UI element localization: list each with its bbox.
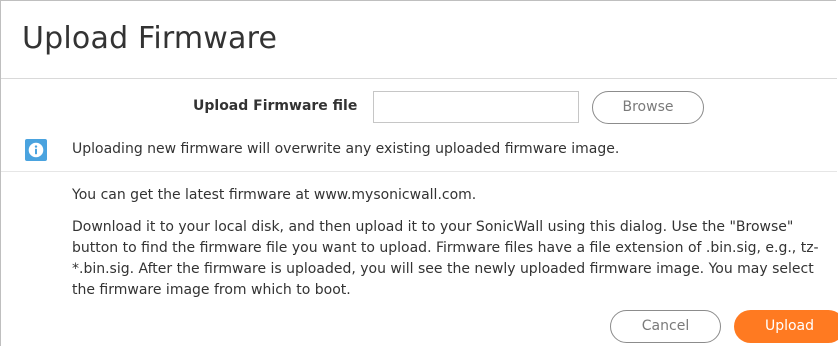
info-message: Uploading new firmware will overwrite an… — [72, 141, 620, 157]
upload-firmware-file-label: Upload Firmware file — [193, 98, 358, 114]
upload-firmware-dialog: Upload Firmware Upload Firmware file Bro… — [0, 0, 838, 346]
info-divider — [1, 171, 837, 172]
upload-button[interactable]: Upload — [734, 310, 838, 343]
firmware-instructions-text: Download it to your local disk, and then… — [72, 219, 819, 298]
title-divider — [1, 78, 837, 79]
info-icon — [25, 139, 47, 161]
firmware-source-text: You can get the latest firmware at www.m… — [72, 187, 477, 203]
browse-button[interactable]: Browse — [592, 91, 704, 124]
firmware-file-input[interactable] — [373, 91, 579, 123]
cancel-button[interactable]: Cancel — [610, 310, 721, 343]
dialog-title: Upload Firmware — [22, 21, 278, 56]
